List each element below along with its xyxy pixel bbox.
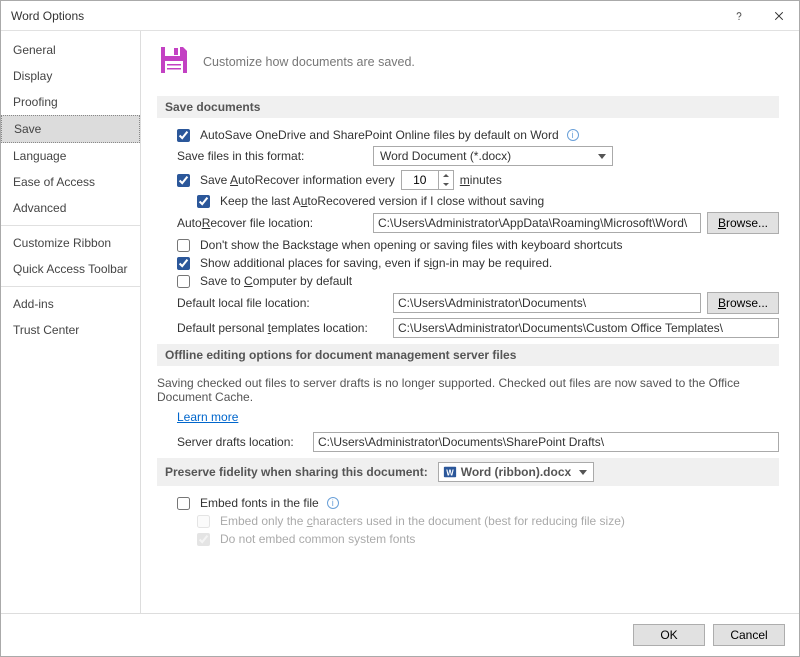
autorecover-row: Save AutoRecover information every minut…: [177, 170, 779, 190]
cancel-button[interactable]: Cancel: [713, 624, 785, 646]
dont-backstage-row: Don't show the Backstage when opening or…: [177, 238, 779, 252]
help-button[interactable]: [719, 1, 759, 31]
show-additional-row: Show additional places for saving, even …: [177, 256, 779, 270]
sidebar-item-save[interactable]: Save: [1, 115, 140, 143]
save-format-select[interactable]: Word Document (*.docx): [373, 146, 613, 166]
autorecover-label: Save AutoRecover information every: [200, 173, 395, 187]
save-format-label: Save files in this format:: [177, 149, 367, 163]
keep-last-label: Keep the last AutoRecovered version if I…: [220, 194, 544, 208]
word-doc-icon: W: [443, 465, 457, 479]
ok-button[interactable]: OK: [633, 624, 705, 646]
default-templates-label: Default personal templates location:: [177, 321, 387, 335]
default-templates-input[interactable]: C:\Users\Administrator\Documents\Custom …: [393, 318, 779, 338]
spinner-up[interactable]: [439, 171, 453, 180]
autosave-checkbox[interactable]: [177, 129, 190, 142]
autorecover-minutes-input[interactable]: [402, 171, 438, 189]
save-format-row: Save files in this format: Word Document…: [177, 146, 779, 166]
server-drafts-row: Server drafts location: C:\Users\Adminis…: [177, 432, 779, 452]
embed-common-label: Do not embed common system fonts: [220, 532, 415, 546]
embed-common-row: Do not embed common system fonts: [197, 532, 779, 546]
info-icon[interactable]: i: [327, 497, 339, 509]
default-local-label: Default local file location:: [177, 296, 387, 310]
autorecover-minutes-spinner[interactable]: [401, 170, 454, 190]
sidebar-item-ease-of-access[interactable]: Ease of Access: [1, 169, 140, 195]
dialog-footer: OK Cancel: [1, 614, 799, 656]
autorecover-loc-input[interactable]: C:\Users\Administrator\AppData\Roaming\M…: [373, 213, 701, 233]
autosave-label: AutoSave OneDrive and SharePoint Online …: [200, 128, 559, 142]
sidebar-item-display[interactable]: Display: [1, 63, 140, 89]
default-templates-row: Default personal templates location: C:\…: [177, 318, 779, 338]
sidebar-item-customize-ribbon[interactable]: Customize Ribbon: [1, 230, 140, 256]
sidebar-item-quick-access-toolbar[interactable]: Quick Access Toolbar: [1, 256, 140, 282]
autosave-checkbox-row: AutoSave OneDrive and SharePoint Online …: [177, 128, 779, 142]
close-button[interactable]: [759, 1, 799, 31]
svg-text:W: W: [446, 469, 454, 478]
sidebar-item-general[interactable]: General: [1, 37, 140, 63]
learn-more-link[interactable]: Learn more: [177, 410, 238, 424]
server-drafts-label: Server drafts location:: [177, 435, 307, 449]
dont-backstage-checkbox[interactable]: [177, 239, 190, 252]
embed-fonts-label: Embed fonts in the file: [200, 496, 319, 510]
embed-only-label: Embed only the characters used in the do…: [220, 514, 625, 528]
sidebar-separator: [1, 286, 140, 287]
minutes-label: minutes: [460, 173, 502, 187]
sidebar-item-advanced[interactable]: Advanced: [1, 195, 140, 221]
embed-common-checkbox: [197, 533, 210, 546]
embed-fonts-checkbox[interactable]: [177, 497, 190, 510]
content-pane[interactable]: Customize how documents are saved. Save …: [141, 31, 799, 613]
browse-button-local[interactable]: Browse...: [707, 292, 779, 314]
sidebar-item-addins[interactable]: Add-ins: [1, 291, 140, 317]
sidebar-item-language[interactable]: Language: [1, 143, 140, 169]
embed-only-row: Embed only the characters used in the do…: [197, 514, 779, 528]
page-header-text: Customize how documents are saved.: [203, 55, 415, 69]
sidebar-item-trust-center[interactable]: Trust Center: [1, 317, 140, 343]
sidebar-item-proofing[interactable]: Proofing: [1, 89, 140, 115]
browse-button-autorecover[interactable]: Browse...: [707, 212, 779, 234]
close-icon: [773, 10, 785, 22]
embed-fonts-row: Embed fonts in the file i: [177, 496, 779, 510]
section-save-documents: Save documents: [157, 96, 779, 118]
help-icon: [733, 10, 745, 22]
keep-last-row: Keep the last AutoRecovered version if I…: [197, 194, 779, 208]
section-offline: Offline editing options for document man…: [157, 344, 779, 366]
show-additional-label: Show additional places for saving, even …: [200, 256, 552, 270]
page-header: Customize how documents are saved.: [157, 43, 779, 80]
titlebar: Word Options: [1, 1, 799, 31]
offline-desc: Saving checked out files to server draft…: [157, 376, 779, 404]
embed-only-checkbox: [197, 515, 210, 528]
dialog-body: General Display Proofing Save Language E…: [1, 31, 799, 614]
sidebar-separator: [1, 225, 140, 226]
info-icon[interactable]: i: [567, 129, 579, 141]
default-local-input[interactable]: C:\Users\Administrator\Documents\: [393, 293, 701, 313]
save-computer-row: Save to Computer by default: [177, 274, 779, 288]
sidebar: General Display Proofing Save Language E…: [1, 31, 141, 613]
preserve-doc-select[interactable]: W Word (ribbon).docx: [438, 462, 594, 482]
spinner-down[interactable]: [439, 180, 453, 189]
word-options-dialog: Word Options General Display Proofing Sa…: [0, 0, 800, 657]
autorecover-loc-label: AutoRecover file location:: [177, 216, 367, 230]
save-computer-label: Save to Computer by default: [200, 274, 352, 288]
save-disk-icon: [157, 43, 191, 80]
default-local-row: Default local file location: C:\Users\Ad…: [177, 292, 779, 314]
server-drafts-input[interactable]: C:\Users\Administrator\Documents\SharePo…: [313, 432, 779, 452]
section-preserve: Preserve fidelity when sharing this docu…: [157, 458, 779, 486]
show-additional-checkbox[interactable]: [177, 257, 190, 270]
autorecover-loc-row: AutoRecover file location: C:\Users\Admi…: [177, 212, 779, 234]
dialog-title: Word Options: [11, 9, 719, 23]
dont-backstage-label: Don't show the Backstage when opening or…: [200, 238, 623, 252]
save-computer-checkbox[interactable]: [177, 275, 190, 288]
autorecover-checkbox[interactable]: [177, 174, 190, 187]
keep-last-checkbox[interactable]: [197, 195, 210, 208]
